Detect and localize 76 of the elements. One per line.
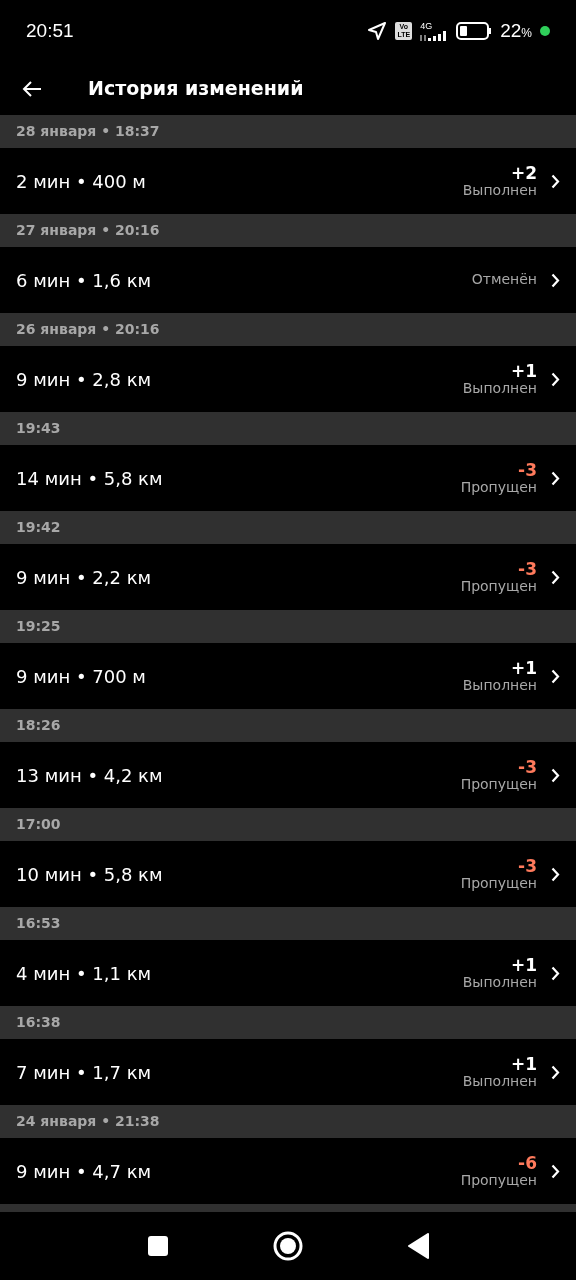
chevron-icon bbox=[551, 569, 560, 585]
order-status: Пропущен bbox=[460, 776, 537, 793]
trip-summary: 9 мин • 700 м bbox=[16, 664, 147, 689]
trip-summary: 9 мин • 2,2 км bbox=[16, 565, 153, 590]
trip-summary: 13 мин • 4,2 км bbox=[16, 763, 164, 788]
back-arrow-icon[interactable] bbox=[22, 79, 42, 98]
trip-summary: 14 мин • 5,8 км bbox=[16, 466, 164, 491]
date-heading: 19:42 bbox=[0, 511, 576, 544]
chevron-icon bbox=[551, 965, 560, 981]
percent-sign: % bbox=[521, 25, 532, 40]
points-value: -3 bbox=[518, 757, 537, 777]
chevron-icon bbox=[551, 272, 560, 288]
points-value: +2 bbox=[510, 163, 537, 183]
home-button[interactable] bbox=[273, 1231, 303, 1261]
points-value: -3 bbox=[518, 856, 537, 876]
back-button[interactable] bbox=[407, 1233, 429, 1259]
order-status: Отменён bbox=[471, 272, 537, 288]
history-row[interactable]: 13 мин • 4,2 км -3 Пропущен bbox=[0, 742, 576, 808]
order-status: Пропущен bbox=[460, 578, 537, 595]
order-status: Выполнен bbox=[462, 974, 537, 991]
points-value: -3 bbox=[518, 559, 537, 579]
history-row[interactable]: 2 мин • 400 м +2 Выполнен bbox=[0, 148, 576, 214]
page-title: История изменений bbox=[88, 76, 304, 102]
date-heading: 16:53 bbox=[0, 907, 576, 940]
trip-summary: 4 мин • 1,1 км bbox=[16, 961, 153, 986]
history-row[interactable]: 9 мин • 2,2 км -3 Пропущен bbox=[0, 544, 576, 610]
chevron-icon bbox=[551, 1163, 560, 1179]
order-status: Выполнен bbox=[462, 677, 537, 694]
points-value: +1 bbox=[510, 658, 537, 678]
history-row[interactable]: 14 мин • 5,8 км -3 Пропущен bbox=[0, 445, 576, 511]
date-heading: 19:43 bbox=[0, 412, 576, 445]
trip-summary: 6 мин • 1,6 км bbox=[16, 268, 153, 293]
order-status: Выполнен bbox=[462, 182, 537, 199]
history-row[interactable]: 4 мин • 1,1 км +1 Выполнен bbox=[0, 940, 576, 1006]
history-row[interactable]: 7 мин • 1,7 км +1 Выполнен bbox=[0, 1039, 576, 1105]
points-value: +1 bbox=[510, 955, 537, 975]
date-heading: 19:25 bbox=[0, 610, 576, 643]
points-value: -6 bbox=[518, 1153, 537, 1173]
date-heading: 24 января • 21:38 bbox=[0, 1105, 576, 1138]
charging-dot-icon bbox=[540, 26, 550, 36]
order-status: Выполнен bbox=[462, 1073, 537, 1090]
order-status: Пропущен bbox=[460, 875, 537, 892]
date-heading: 17:00 bbox=[0, 808, 576, 841]
chevron-icon bbox=[551, 866, 560, 882]
chevron-icon bbox=[551, 668, 560, 684]
points-value: +1 bbox=[510, 361, 537, 381]
order-status: Выполнен bbox=[462, 380, 537, 397]
status-time: 20:51 bbox=[26, 18, 74, 43]
date-heading: 16:38 bbox=[0, 1006, 576, 1039]
order-status: Пропущен bbox=[460, 1172, 537, 1189]
history-row[interactable]: 9 мин • 4,7 км -6 Пропущен bbox=[0, 1138, 576, 1204]
trip-summary: 7 мин • 1,7 км bbox=[16, 1060, 153, 1085]
battery-icon bbox=[456, 22, 493, 40]
chevron-icon bbox=[551, 767, 560, 783]
date-heading: 28 января • 18:37 bbox=[0, 115, 576, 148]
battery-percent: 22 bbox=[500, 19, 522, 41]
date-heading: 26 января • 20:16 bbox=[0, 313, 576, 346]
chevron-icon bbox=[551, 1064, 560, 1080]
history-row[interactable]: 9 мин • 700 м +1 Выполнен bbox=[0, 643, 576, 709]
chevron-icon bbox=[551, 173, 560, 189]
points-value: +1 bbox=[510, 1054, 537, 1074]
date-heading: 18:26 bbox=[0, 709, 576, 742]
history-row[interactable]: 9 мин • 2,8 км +1 Выполнен bbox=[0, 346, 576, 412]
order-status: Пропущен bbox=[460, 479, 537, 496]
location-icon bbox=[367, 21, 388, 41]
history-row[interactable]: 10 мин • 5,8 км -3 Пропущен bbox=[0, 841, 576, 907]
date-heading: 27 января • 20:16 bbox=[0, 214, 576, 247]
history-row[interactable]: 6 мин • 1,6 км Отменён bbox=[0, 247, 576, 313]
chevron-icon bbox=[551, 470, 560, 486]
trip-summary: 2 мин • 400 м bbox=[16, 169, 147, 194]
trip-summary: 9 мин • 2,8 км bbox=[16, 367, 153, 392]
trip-summary: 10 мин • 5,8 км bbox=[16, 862, 164, 887]
points-value: -3 bbox=[518, 460, 537, 480]
recents-button[interactable] bbox=[147, 1235, 169, 1257]
chevron-icon bbox=[551, 371, 560, 387]
trip-summary: 9 мин • 4,7 км bbox=[16, 1159, 153, 1184]
